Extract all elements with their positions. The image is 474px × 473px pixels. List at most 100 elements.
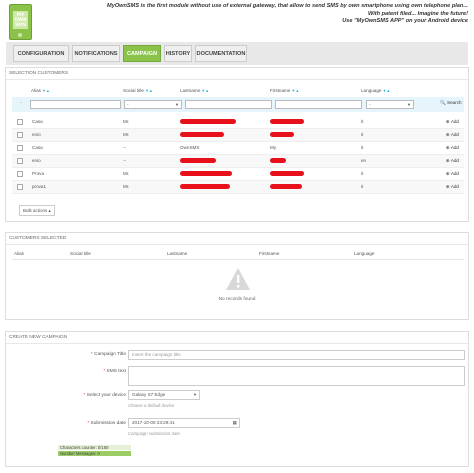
tab-campaign[interactable]: CAMPAIGN xyxy=(123,45,161,62)
warning-icon xyxy=(226,268,250,290)
caret-down-icon: ▼ xyxy=(193,392,197,397)
add-button[interactable]: ⊕ Add xyxy=(446,181,459,193)
filter-language-select[interactable]: - ▼ xyxy=(366,100,414,109)
cell-language: it xyxy=(361,145,364,150)
tab-documentation[interactable]: DOCUMENTATION xyxy=(195,45,247,62)
selected-table-header: Alias Social title Lastname Firstname La… xyxy=(12,249,464,260)
device-hint: Choose a default device xyxy=(128,403,175,408)
redaction-mark xyxy=(180,171,232,176)
characters-counter: Characters counter: 0/160 xyxy=(58,445,131,450)
cell-social-title: Mr. xyxy=(123,119,130,124)
zoom-in-icon: ⊕ xyxy=(445,184,450,189)
cell-language: en xyxy=(361,158,367,163)
date-hint: Campaign submission date xyxy=(128,431,180,436)
redaction-mark xyxy=(270,119,304,124)
description-line: MyOwnSMS is the first module without use… xyxy=(107,3,468,9)
cell-social-title: Mr. xyxy=(123,184,130,189)
bulk-actions-button[interactable]: Bulk actions ▴ xyxy=(19,205,55,216)
row-checkbox[interactable] xyxy=(17,184,23,190)
cell-alias: Prova xyxy=(32,171,45,176)
redaction-mark xyxy=(270,171,304,176)
add-button[interactable]: ⊕ Add xyxy=(446,142,459,154)
filter-lastname-input[interactable] xyxy=(185,100,272,109)
tab-notifications[interactable]: NOTIFICATIONS xyxy=(72,45,120,62)
messages-counter: Number Messages: 0 xyxy=(58,451,131,456)
row-checkbox[interactable] xyxy=(17,119,23,125)
row-checkbox[interactable] xyxy=(17,171,23,177)
add-button[interactable]: ⊕ Add xyxy=(446,155,459,167)
row-checkbox[interactable] xyxy=(17,132,23,138)
table-row: enio Mr. it ⊕ Add xyxy=(12,129,464,142)
panel-title: CUSTOMERS SELECTED xyxy=(6,233,468,245)
campaign-title-input[interactable]: Insert the campaign title xyxy=(128,350,465,360)
filter-alias-input[interactable] xyxy=(30,100,121,109)
zoom-in-icon: ⊕ xyxy=(445,158,450,163)
search-icon: 🔍 xyxy=(440,100,446,105)
column-header-lastname[interactable]: Lastname▼▲ xyxy=(180,88,209,93)
campaign-title-label: * Campaign Title xyxy=(90,352,126,357)
submission-date-label: * Submission date xyxy=(87,421,126,426)
redaction-mark xyxy=(180,184,230,189)
redaction-mark xyxy=(180,132,224,137)
add-button[interactable]: ⊕ Add xyxy=(446,168,459,180)
cell-alias: enio xyxy=(32,132,41,137)
column-header-firstname[interactable]: Firstname▼▲ xyxy=(270,88,299,93)
cell-social-title: Mr. xyxy=(123,132,130,137)
column-header-firstname: Firstname xyxy=(259,251,280,256)
device-label: * Select your device xyxy=(83,393,126,398)
sms-text-label: * SMS text xyxy=(103,369,126,374)
cell-language: it xyxy=(361,132,364,137)
cell-language: it xyxy=(361,119,364,124)
cell-social-title: Mr. xyxy=(123,171,130,176)
module-description: MyOwnSMS is the first module without use… xyxy=(38,3,468,26)
column-header-lastname: Lastname xyxy=(167,251,188,256)
table-row: Prova Mr. it ⊕ Add xyxy=(12,168,464,181)
tab-history[interactable]: HISTORY xyxy=(164,45,192,62)
filter-row: - - ▼ - ▼ 🔍 Search xyxy=(12,97,464,112)
sms-text-textarea[interactable] xyxy=(128,366,465,386)
tab-configuration[interactable]: CONFIGURATION xyxy=(13,45,69,62)
redaction-mark xyxy=(270,132,294,137)
row-checkbox[interactable] xyxy=(17,145,23,151)
module-header: MY OWN SMS MyOwnSMS is the first module … xyxy=(0,0,474,42)
zoom-in-icon: ⊕ xyxy=(445,119,450,124)
column-header-alias[interactable]: Alias▼▲ xyxy=(31,88,50,93)
filter-social-title-select[interactable]: - ▼ xyxy=(124,100,182,109)
redaction-mark xyxy=(180,119,236,124)
column-header-social-title[interactable]: Social title▼▲ xyxy=(123,88,153,93)
cell-alias: prova1 xyxy=(32,184,47,189)
cell-alias: Casa xyxy=(32,145,43,150)
filter-firstname-input[interactable] xyxy=(275,100,362,109)
cell-lastname: OwnSMS xyxy=(180,145,200,150)
cell-language: it xyxy=(361,171,364,176)
cell-firstname: My xyxy=(270,145,277,150)
cell-alias: enio xyxy=(32,158,41,163)
cell-social-title: -- xyxy=(123,158,127,163)
column-header-language[interactable]: Language▼▲ xyxy=(361,88,390,93)
cell-alias: Casa xyxy=(32,119,43,124)
panel-title: SELECTION CUSTOMERS xyxy=(6,68,468,80)
caret-down-icon: ▴ xyxy=(48,208,51,213)
device-select[interactable]: Galaxy S7 Edge ▼ xyxy=(128,390,200,400)
table-row: Casa Mr. it ⊕ Add xyxy=(12,116,464,129)
cell-language: it xyxy=(361,184,364,189)
tab-bar: CONFIGURATION NOTIFICATIONS CAMPAIGN HIS… xyxy=(6,42,468,65)
search-button[interactable]: 🔍 Search xyxy=(440,100,462,106)
column-header-social-title: Social title xyxy=(70,251,91,256)
zoom-in-icon: ⊕ xyxy=(445,132,450,137)
table-row: prova1 Mr. it ⊕ Add xyxy=(12,181,464,194)
cell-social-title: -- xyxy=(123,145,127,150)
row-checkbox[interactable] xyxy=(17,158,23,164)
redaction-mark xyxy=(180,158,216,163)
column-header-language: Language xyxy=(354,251,375,256)
customers-selected-panel: CUSTOMERS SELECTED Alias Social title La… xyxy=(5,232,469,320)
table-row: Casa -- OwnSMS My it ⊕ Add xyxy=(12,142,464,155)
zoom-in-icon: ⊕ xyxy=(445,145,450,150)
add-button[interactable]: ⊕ Add xyxy=(446,129,459,141)
zoom-in-icon: ⊕ xyxy=(445,171,450,176)
table-row: enio -- en ⊕ Add xyxy=(12,155,464,168)
selection-customers-panel: SELECTION CUSTOMERS Alias▼▲ Social title… xyxy=(5,67,469,222)
add-button[interactable]: ⊕ Add xyxy=(446,116,459,128)
panel-title: CREATE NEW CAMPAIGN xyxy=(6,332,468,344)
submission-date-input[interactable]: 2017-10-09 23:29:41 ▦ xyxy=(128,418,240,428)
